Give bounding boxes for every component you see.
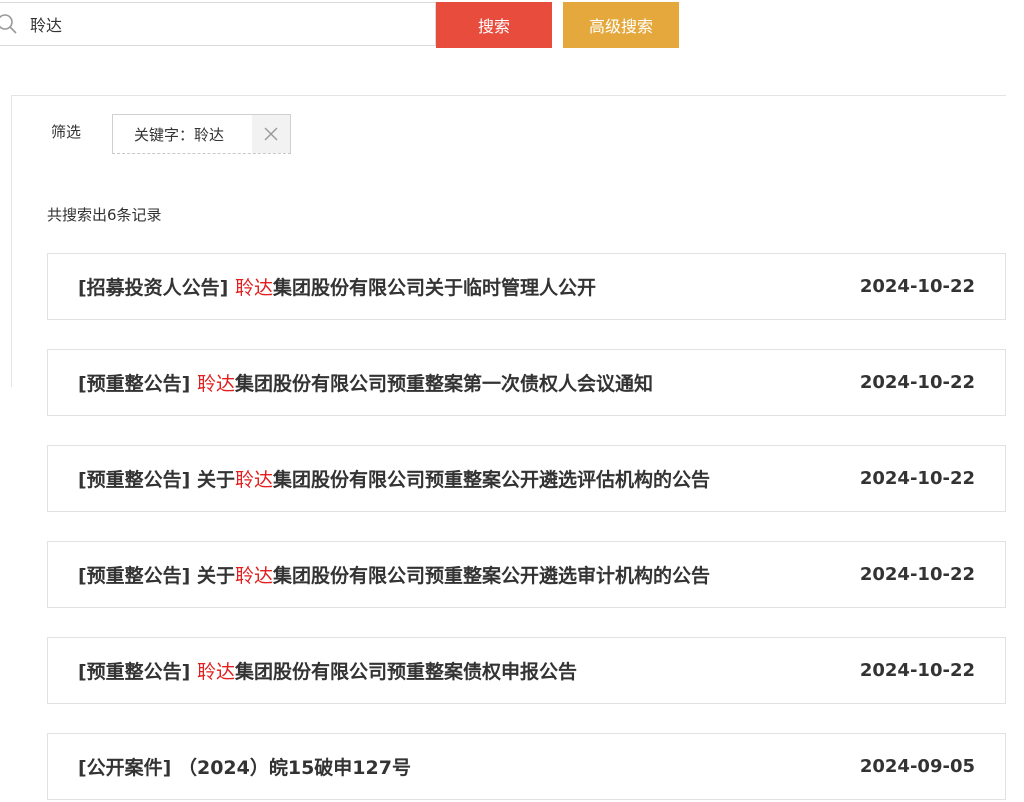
result-date: 2024-10-22 (859, 372, 975, 393)
search-input[interactable] (30, 9, 420, 39)
result-row[interactable]: [预重整公告] 关于聆达集团股份有限公司预重整案公开遴选审计机构的公告 2024… (47, 541, 1006, 608)
filter-chip-text: 关键字：聆达 (134, 125, 225, 144)
result-title[interactable]: [预重整公告] 聆达集团股份有限公司预重整案第一次债权人会议通知 (78, 369, 653, 396)
keyword-highlight: 聆达 (235, 565, 274, 587)
result-row[interactable]: [公开案件] （2024）皖15破申127号 2024-09-05 (47, 733, 1006, 800)
result-row[interactable]: [预重整公告] 聆达集团股份有限公司预重整案债权申报公告 2024-10-22 (47, 637, 1006, 704)
result-date: 2024-10-22 (859, 468, 975, 489)
keyword-filter-chip: 关键字：聆达 (112, 114, 291, 154)
filter-label: 筛选 (51, 123, 82, 141)
result-row[interactable]: [招募投资人公告] 聆达集团股份有限公司关于临时管理人公开 2024-10-22 (47, 253, 1006, 320)
result-title[interactable]: [预重整公告] 关于聆达集团股份有限公司预重整案公开遴选评估机构的公告 (78, 465, 710, 492)
search-button[interactable]: 搜索 (436, 2, 552, 48)
result-count: 共搜索出6条记录 (47, 206, 162, 224)
keyword-highlight: 聆达 (196, 661, 235, 683)
remove-filter-button[interactable] (252, 115, 290, 153)
search-box[interactable] (0, 2, 436, 46)
keyword-highlight: 聆达 (235, 469, 274, 491)
result-title[interactable]: [预重整公告] 关于聆达集团股份有限公司预重整案公开遴选审计机构的公告 (78, 561, 710, 588)
search-icon (0, 14, 17, 34)
result-date: 2024-09-05 (859, 756, 975, 777)
result-title[interactable]: [公开案件] （2024）皖15破申127号 (78, 753, 411, 780)
keyword-highlight: 聆达 (196, 373, 235, 395)
keyword-highlight: 聆达 (234, 277, 273, 299)
close-icon (264, 127, 278, 141)
result-row[interactable]: [预重整公告] 聆达集团股份有限公司预重整案第一次债权人会议通知 2024-10… (47, 349, 1006, 416)
result-title[interactable]: [招募投资人公告] 聆达集团股份有限公司关于临时管理人公开 (78, 273, 596, 300)
result-date: 2024-10-22 (859, 276, 975, 297)
result-date: 2024-10-22 (859, 564, 975, 585)
search-bar: 搜索 高级搜索 (0, 0, 690, 48)
advanced-search-button[interactable]: 高级搜索 (563, 2, 679, 48)
result-row[interactable]: [预重整公告] 关于聆达集团股份有限公司预重整案公开遴选评估机构的公告 2024… (47, 445, 1006, 512)
result-date: 2024-10-22 (859, 660, 975, 681)
result-title[interactable]: [预重整公告] 聆达集团股份有限公司预重整案债权申报公告 (78, 657, 577, 684)
